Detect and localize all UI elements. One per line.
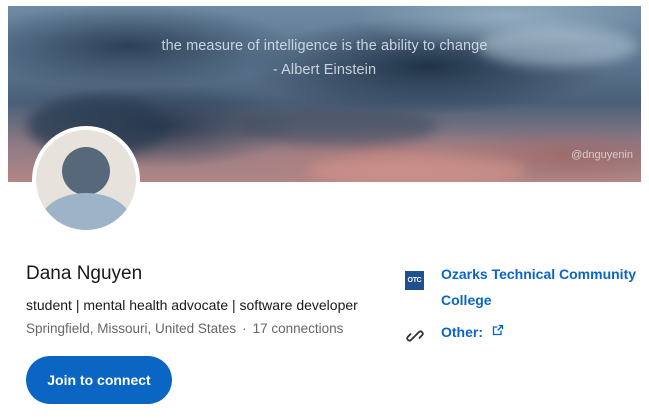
link-icon <box>406 330 424 342</box>
education-link[interactable]: Ozarks Technical Community College <box>441 261 641 313</box>
separator-dot: · <box>242 321 247 336</box>
avatar <box>32 126 140 234</box>
profile-card: the measure of intelligence is the abili… <box>8 6 641 412</box>
other-link-label: Other: <box>441 324 483 340</box>
banner-quote-author: - Albert Einstein <box>272 62 377 78</box>
connections-count: 17 connections <box>252 321 344 336</box>
default-avatar-icon <box>36 130 136 230</box>
external-link-icon <box>492 324 504 336</box>
banner-handle: @dnguyenin <box>571 149 633 161</box>
other-website-link[interactable]: Other: <box>441 324 504 340</box>
profile-headline: student | mental health advocate | softw… <box>26 297 358 313</box>
profile-location: Springfield, Missouri, United States <box>26 321 237 336</box>
college-logo[interactable]: OTC <box>405 271 424 290</box>
join-to-connect-button[interactable]: Join to connect <box>26 356 172 404</box>
profile-name: Dana Nguyen <box>26 263 143 284</box>
banner-quote: the measure of intelligence is the abili… <box>161 38 488 54</box>
profile-location-line: Springfield, Missouri, United States · 17 … <box>26 321 343 336</box>
